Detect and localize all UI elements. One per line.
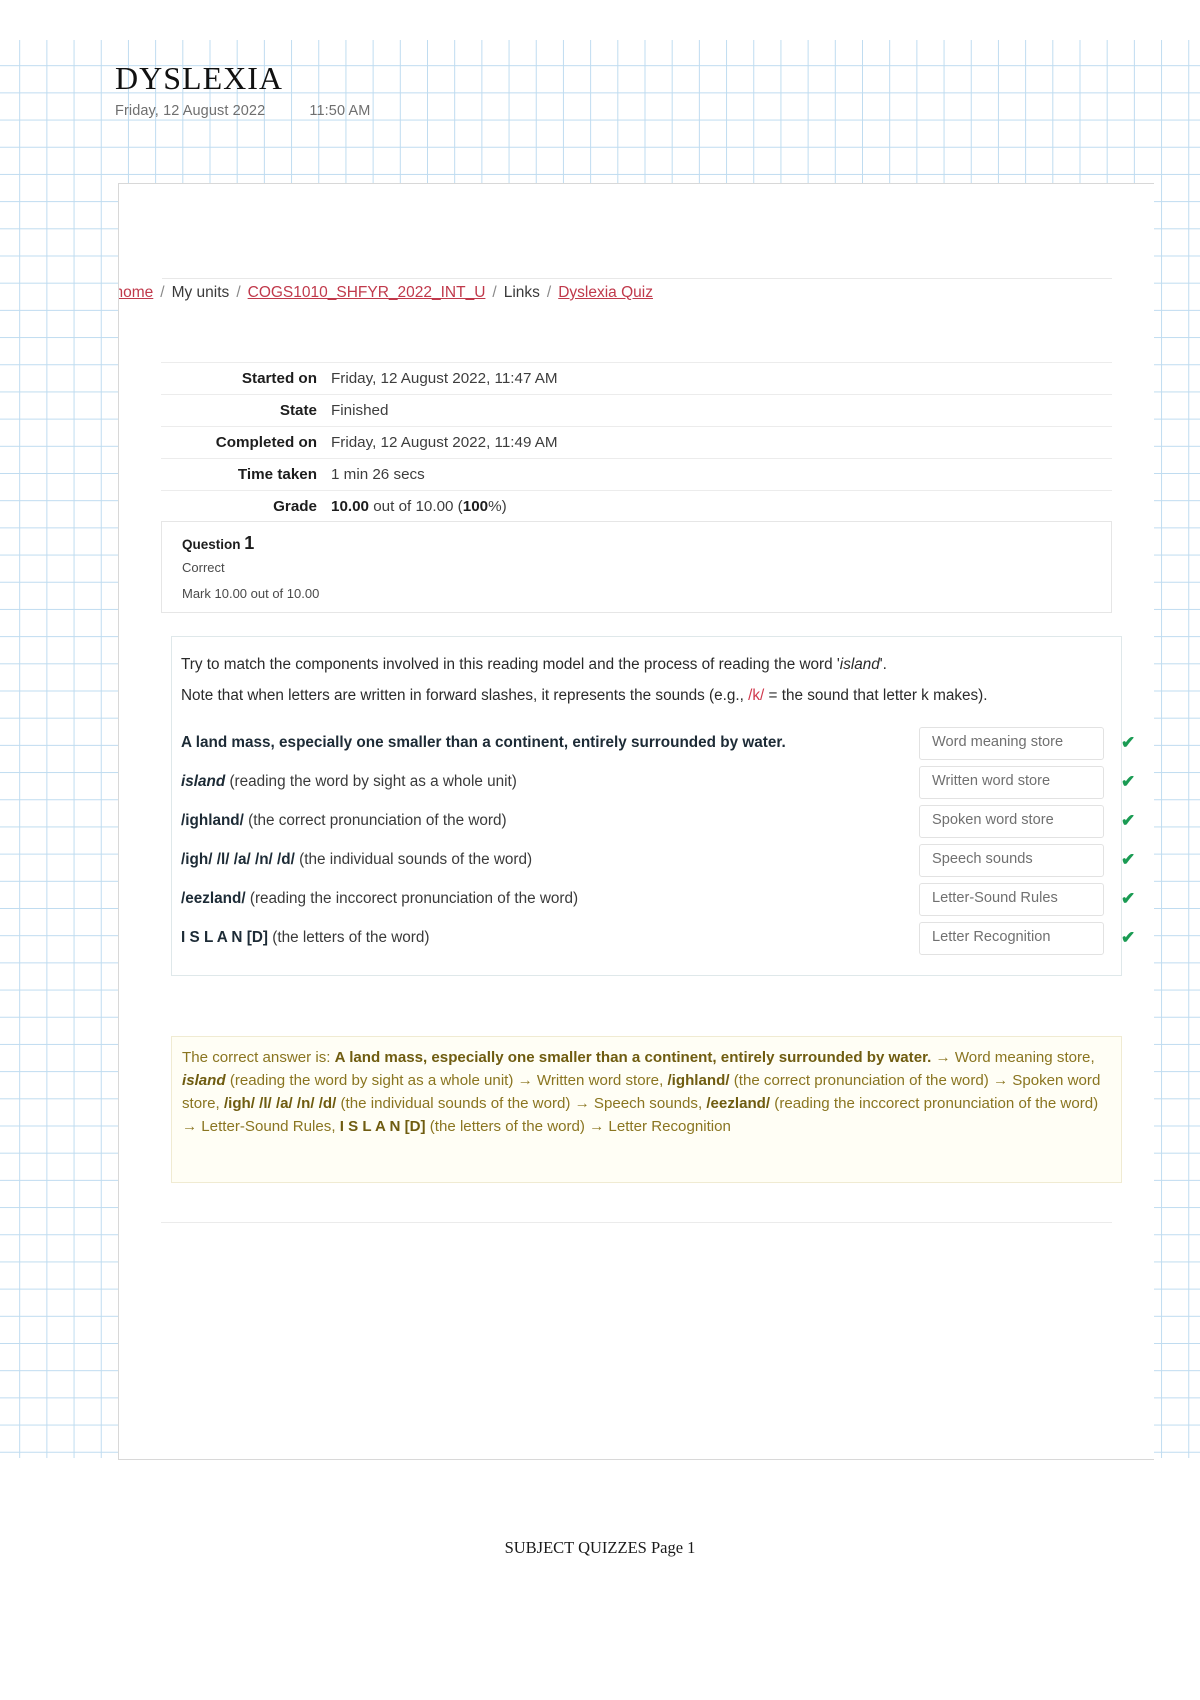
phoneme-example: /k/ (748, 687, 765, 704)
summary-row: Started on Friday, 12 August 2022, 11:47 … (161, 362, 1112, 395)
match-item-text-2: /ighland/ (the correct pronunciation of … (181, 812, 507, 829)
match-row: /eezland/ (reading the inccorect pronunc… (181, 883, 1135, 922)
match-answer-select-2[interactable]: Spoken word store (919, 805, 1104, 838)
match-item-text-4: /eezland/ (reading the inccorect pronunc… (181, 890, 579, 907)
match-row: A land mass, especially one smaller than… (181, 727, 1135, 766)
match-row: /igh/ /l/ /a/ /n/ /d/ (the individual so… (181, 844, 1135, 883)
summary-label-grade: Grade (161, 490, 331, 523)
summary-row-grade: Grade 10.00 out of 10.00 (100%) (161, 490, 1112, 523)
match-answer-select-3[interactable]: Speech sounds (919, 844, 1104, 877)
summary-row: State Finished (161, 394, 1112, 427)
correct-check-icon: ✔ (1121, 928, 1136, 947)
summary-label-0: Started on (161, 362, 331, 395)
summary-value-3: 1 min 26 secs (331, 458, 1112, 491)
question-prompt-line-1: Try to match the components involved in … (181, 656, 887, 673)
breadcrumb: ly home / My units / COGS1010_SHFYR_2022_INT… (119, 284, 653, 302)
question-heading: Question 1 (182, 533, 254, 554)
document-time: 11:50 AM (309, 102, 371, 119)
breadcrumb-divider (162, 278, 1112, 279)
correct-check-icon: ✔ (1121, 850, 1136, 869)
question-mark: Mark 10.00 out of 10.00 (182, 586, 320, 601)
document-date: Friday, 12 August 2022 (115, 102, 266, 119)
match-row: /ighland/ (the correct pronunciation of … (181, 805, 1135, 844)
attempt-summary-table: Started on Friday, 12 August 2022, 11:47 … (161, 362, 1112, 523)
summary-row: Completed on Friday, 12 August 2022, 11:4… (161, 426, 1112, 459)
summary-row: Time taken 1 min 26 secs (161, 458, 1112, 491)
page-title: DYSLEXIA (115, 60, 283, 96)
breadcrumb-separator: / (160, 284, 165, 301)
match-item-text-3: /igh/ /l/ /a/ /n/ /d/ (the individual so… (181, 851, 533, 868)
breadcrumb-item-3: Links (503, 284, 540, 301)
summary-label-1: State (161, 394, 331, 427)
breadcrumb-separator: / (236, 284, 241, 301)
document-datetime: Friday, 12 August 2022 11:50 AM (115, 103, 815, 119)
matching-question-list: A land mass, especially one smaller than… (181, 727, 1135, 961)
breadcrumb-item-1: My units (171, 284, 230, 301)
quiz-page-card: ly home / My units / COGS1010_SHFYR_2022_INT… (118, 183, 1154, 1460)
correct-answer-feedback: The correct answer is: A land mass, espe… (182, 1049, 1101, 1135)
document-header: DYSLEXIA Friday, 12 August 2022 11:50 AM (115, 60, 815, 119)
match-answer-select-4[interactable]: Letter-Sound Rules (919, 883, 1104, 916)
correct-check-icon: ✔ (1121, 889, 1136, 908)
breadcrumb-item-0[interactable]: ly home (119, 284, 153, 301)
question-word-island: island (839, 656, 880, 673)
match-row: island (reading the word by sight as a w… (181, 766, 1135, 805)
match-row: I S L A N [D] (the letters of the word) L… (181, 922, 1135, 961)
question-number: 1 (244, 533, 255, 553)
correct-check-icon: ✔ (1121, 772, 1136, 791)
page-bottom-margin (0, 1458, 1200, 1700)
summary-value-grade: 10.00 out of 10.00 (100%) (331, 490, 1112, 523)
content-bottom-divider (161, 1222, 1112, 1223)
correct-check-icon: ✔ (1121, 811, 1136, 830)
breadcrumb-item-4[interactable]: Dyslexia Quiz (558, 284, 653, 301)
summary-value-1: Finished (331, 394, 1112, 427)
breadcrumb-separator: / (546, 284, 552, 301)
match-answer-select-1[interactable]: Written word store (919, 766, 1104, 799)
summary-value-2: Friday, 12 August 2022, 11:49 AM (331, 426, 1112, 459)
breadcrumb-separator: / (492, 284, 497, 301)
feedback-box: The correct answer is: A land mass, espe… (171, 1036, 1122, 1183)
correct-check-icon: ✔ (1121, 733, 1136, 752)
question-prompt-line-2: Note that when letters are written in fo… (181, 687, 988, 704)
question-info-box: Question 1 Correct Mark 10.00 out of 10.… (161, 521, 1112, 613)
match-answer-select-0[interactable]: Word meaning store (919, 727, 1104, 760)
question-label: Question (182, 537, 241, 552)
match-item-text-5: I S L A N [D] (the letters of the word) (181, 929, 430, 946)
summary-value-0: Friday, 12 August 2022, 11:47 AM (331, 362, 1112, 395)
breadcrumb-item-2[interactable]: COGS1010_SHFYR_2022_INT_U (248, 284, 486, 301)
page-top-margin (0, 0, 1200, 40)
match-item-text-1: island (reading the word by sight as a w… (181, 773, 517, 790)
summary-label-2: Completed on (161, 426, 331, 459)
match-item-text-0: A land mass, especially one smaller than… (181, 734, 786, 751)
match-answer-select-5[interactable]: Letter Recognition (919, 922, 1104, 955)
document-footer: SUBJECT QUIZZES Page 1 (504, 1538, 696, 1557)
summary-label-3: Time taken (161, 458, 331, 491)
question-state: Correct (182, 560, 225, 575)
